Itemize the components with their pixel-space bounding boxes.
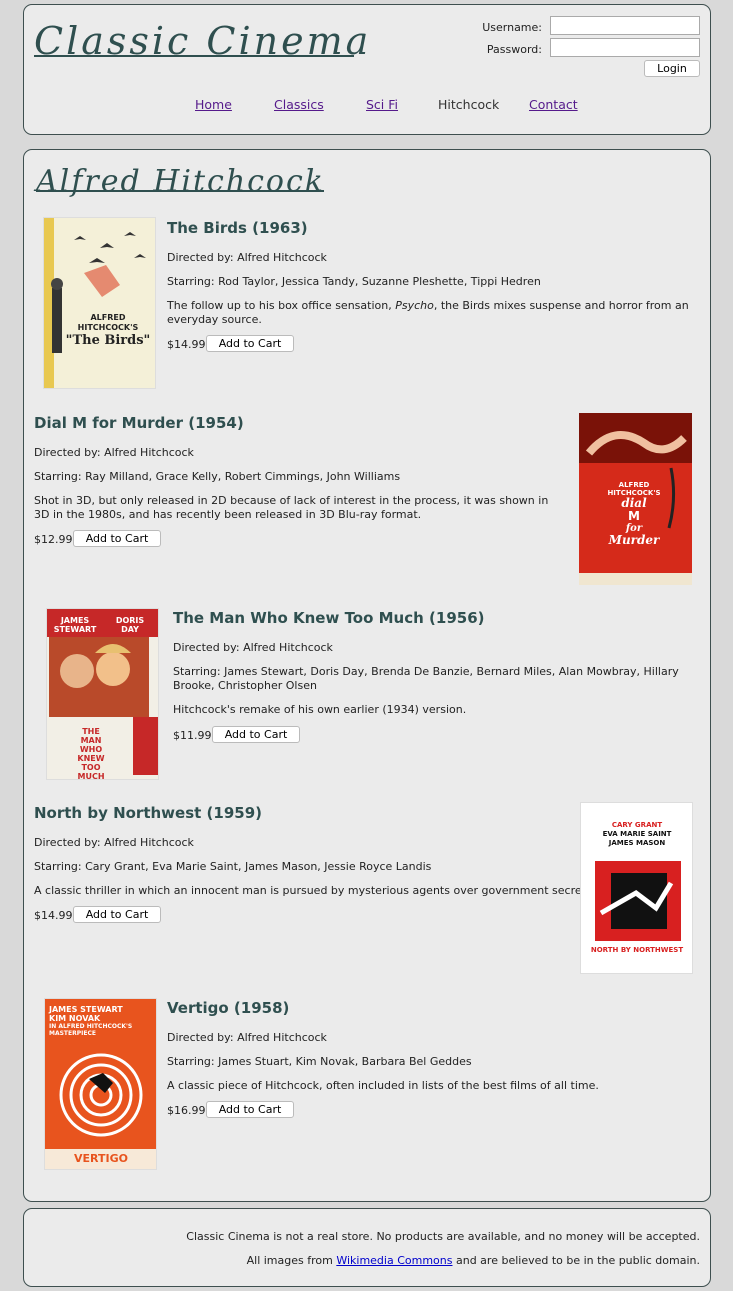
poster-text: THE — [82, 727, 100, 736]
add-to-cart-button[interactable]: Add to Cart — [73, 906, 161, 923]
movie-starring: Starring: James Stewart, Doris Day, Bren… — [173, 665, 679, 692]
poster-text: DAY — [121, 625, 139, 634]
poster-dial-m-for-murder: ALFRED HITCHCOCK'S dial M for Murder — [579, 413, 692, 585]
movie-title: The Birds (1963) — [167, 219, 308, 237]
poster-text: MASTERPIECE — [49, 1030, 96, 1037]
movie-description: A classic thriller in which an innocent … — [34, 884, 596, 897]
movie-description: A classic piece of Hitchcock, often incl… — [167, 1079, 599, 1092]
poster-text: JAMES MASON — [608, 839, 666, 847]
poster-text: Murder — [608, 533, 660, 547]
movie-purchase-row: $14.99 Add to Cart — [34, 906, 161, 923]
movie-title: Dial M for Murder (1954) — [34, 414, 244, 432]
birds-poster-art — [44, 218, 146, 388]
section-title: Alfred Hitchcock — [36, 164, 325, 199]
poster-text: MAN — [80, 736, 102, 745]
movie-purchase-row: $11.99 Add to Cart — [173, 726, 300, 743]
wikimedia-commons-link[interactable]: Wikimedia Commons — [336, 1254, 452, 1267]
poster-the-man-who-knew-too-much: JAMES STEWART DORIS DAY THE MAN WHO KNEW… — [46, 608, 159, 780]
poster-text: MUCH — [77, 772, 105, 780]
movie-the-man-who-knew-too-much: The Man Who Knew Too Much (1956) Directe… — [173, 609, 708, 743]
movie-price: $14.99 — [34, 909, 73, 922]
poster-text: EVA MARIE SAINT — [602, 830, 672, 838]
movie-price: $14.99 — [167, 338, 206, 351]
poster-text: DORIS — [115, 616, 145, 625]
poster-text: NORTH BY NORTHWEST — [590, 946, 684, 954]
movie-description: Shot in 3D, but only released in 2D beca… — [34, 494, 549, 521]
poster-north-by-northwest: CARY GRANT EVA MARIE SAINT JAMES MASON N… — [580, 802, 693, 974]
poster-text: JAMES STEWART — [49, 1005, 123, 1014]
poster-the-birds: ALFRED HITCHCOCK'S "The Birds" — [43, 217, 156, 389]
movie-price: $12.99 — [34, 533, 73, 546]
password-input[interactable] — [550, 38, 700, 57]
nav-hitchcock: Hitchcock — [438, 97, 500, 112]
poster-text: KNEW — [77, 754, 105, 763]
poster-text: M — [628, 509, 640, 523]
add-to-cart-button[interactable]: Add to Cart — [206, 335, 294, 352]
movie-purchase-row: $12.99 Add to Cart — [34, 530, 161, 547]
movie-the-birds: The Birds (1963) Directed by: Alfred Hit… — [167, 219, 707, 352]
poster-vertigo: JAMES STEWART KIM NOVAK IN ALFRED HITCHC… — [44, 998, 157, 1170]
nav-classics[interactable]: Classics — [274, 97, 324, 112]
username-input[interactable] — [550, 16, 700, 35]
footer-credits: All images from Wikimedia Commons and ar… — [246, 1254, 700, 1267]
poster-text: STEWART — [53, 625, 97, 634]
movie-director: Directed by: Alfred Hitchcock — [34, 836, 194, 849]
movie-north-by-northwest: North by Northwest (1959) Directed by: A… — [34, 804, 595, 923]
password-label: Password: — [486, 43, 542, 56]
movie-price: $11.99 — [173, 729, 212, 742]
nav-contact[interactable]: Contact — [529, 97, 578, 112]
movie-title: The Man Who Knew Too Much (1956) — [173, 609, 485, 627]
add-to-cart-button[interactable]: Add to Cart — [206, 1101, 294, 1118]
poster-text: "The Birds" — [65, 333, 151, 348]
movie-purchase-row: $16.99 Add to Cart — [167, 1101, 294, 1118]
poster-text: VERTIGO — [74, 1152, 128, 1165]
movie-title: North by Northwest (1959) — [34, 804, 262, 822]
poster-text: KIM NOVAK — [49, 1014, 101, 1023]
movie-purchase-row: $14.99 Add to Cart — [167, 335, 294, 352]
add-to-cart-button[interactable]: Add to Cart — [212, 726, 300, 743]
movie-starring: Starring: Rod Taylor, Jessica Tandy, Suz… — [167, 275, 541, 288]
poster-text: CARY GRANT — [611, 821, 663, 829]
movie-description: The follow up to his box office sensatio… — [167, 299, 689, 326]
movie-starring: Starring: James Stuart, Kim Novak, Barba… — [167, 1055, 472, 1068]
poster-text: HITCHCOCK'S — [77, 323, 139, 332]
site-header: Classic Cinema Username: Password: Login… — [23, 4, 711, 135]
username-label: Username: — [482, 21, 542, 34]
movie-director: Directed by: Alfred Hitchcock — [34, 446, 194, 459]
poster-text: TOO — [81, 763, 101, 772]
movie-starring: Starring: Ray Milland, Grace Kelly, Robe… — [34, 470, 401, 483]
poster-text: JAMES — [60, 616, 90, 625]
logo-underline — [34, 55, 354, 57]
poster-text: WHO — [79, 745, 103, 754]
nav-scifi[interactable]: Sci Fi — [366, 97, 398, 112]
main-content: Alfred Hitchcock ALFRED HITCHCOCK'S "The… — [23, 149, 711, 1202]
movie-director: Directed by: Alfred Hitchcock — [173, 641, 333, 654]
login-button[interactable]: Login — [644, 60, 700, 77]
add-to-cart-button[interactable]: Add to Cart — [73, 530, 161, 547]
section-title-underline — [36, 190, 324, 192]
movie-title: Vertigo (1958) — [167, 999, 290, 1017]
movie-dial-m-for-murder: Dial M for Murder (1954) Directed by: Al… — [34, 414, 574, 547]
movie-price: $16.99 — [167, 1104, 206, 1117]
site-footer: Classic Cinema is not a real store. No p… — [23, 1208, 711, 1287]
nav-home[interactable]: Home — [195, 97, 232, 112]
movie-description: Hitchcock's remake of his own earlier (1… — [173, 703, 467, 716]
footer-disclaimer: Classic Cinema is not a real store. No p… — [186, 1230, 700, 1243]
poster-text: ALFRED — [618, 481, 650, 489]
poster-text: IN ALFRED HITCHCOCK'S — [49, 1023, 133, 1030]
movie-description-emphasis: Psycho — [395, 299, 434, 312]
movie-starring: Starring: Cary Grant, Eva Marie Saint, J… — [34, 860, 432, 873]
poster-text: ALFRED — [90, 313, 126, 322]
movie-vertigo: Vertigo (1958) Directed by: Alfred Hitch… — [167, 999, 707, 1118]
movie-director: Directed by: Alfred Hitchcock — [167, 1031, 327, 1044]
movie-director: Directed by: Alfred Hitchcock — [167, 251, 327, 264]
